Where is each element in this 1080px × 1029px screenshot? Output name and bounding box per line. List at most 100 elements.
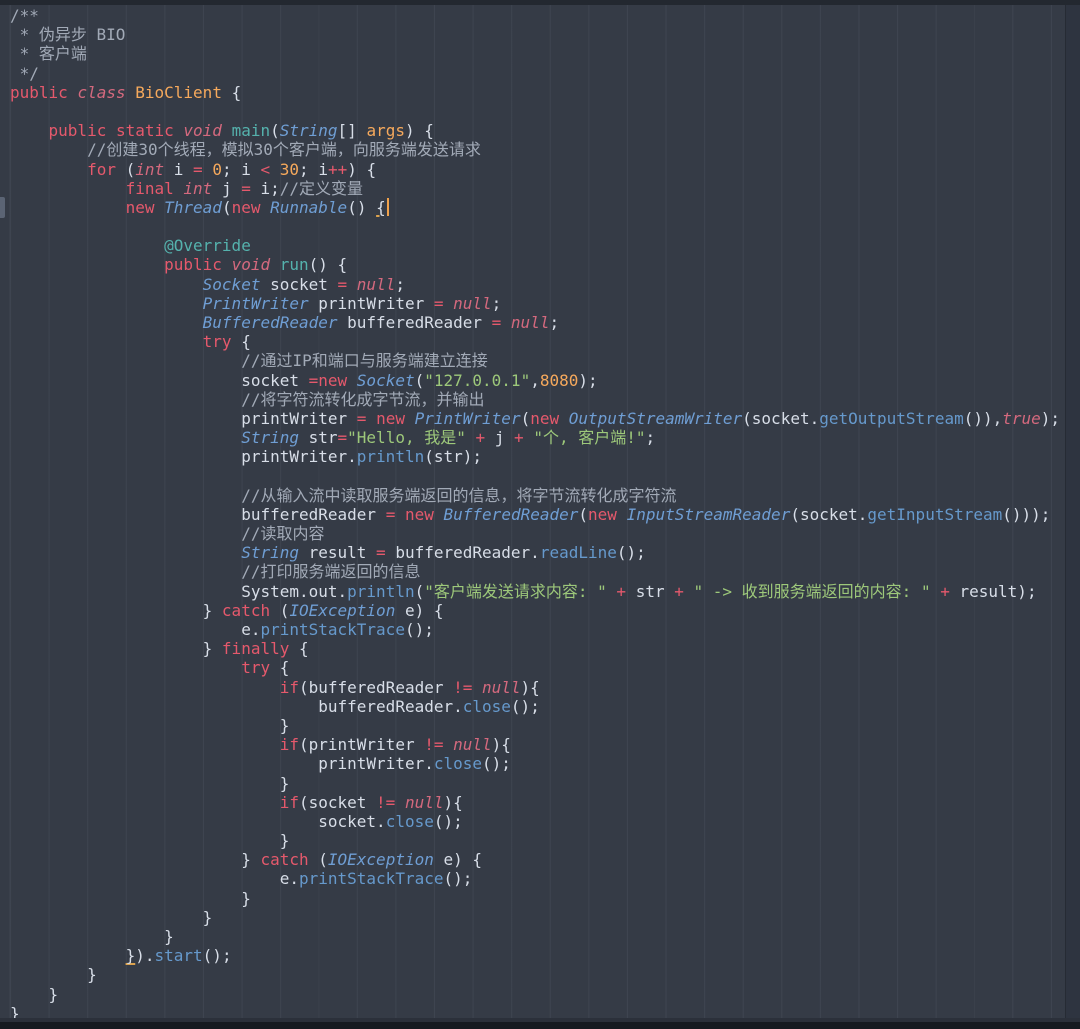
code-token: socket [260,274,338,294]
code-token: close [385,811,434,831]
code-token: (socket. [742,408,820,428]
code-line: bufferedReader.close(); [10,697,1080,716]
code-line: try { [10,332,1080,351]
code-token: catch [260,850,309,870]
code-token: ; [549,313,560,332]
code-token: printWriter [10,408,357,428]
code-token: (socket [298,792,377,812]
code-token: catch [221,600,271,620]
code-token: } [10,907,213,927]
code-token: //打印服务端返回的信息 [241,562,421,582]
code-line: } finally { [10,639,1080,658]
code-token: public [164,255,222,275]
code-token: run [279,255,309,275]
code-token: ( [520,408,531,428]
code-line: } [10,831,1080,850]
code-token: printWriter [308,293,434,313]
code-token: IOException [289,600,396,620]
code-token: int [135,159,165,179]
code-token: + [616,581,627,601]
code-token: () [347,197,377,217]
code-token: (socket. [790,504,868,524]
code-token: } [10,831,290,851]
code-token: null [453,293,492,313]
editor-window: { "editor": { "language": "java", "file_… [0,0,1080,1029]
code-token: if [279,677,299,697]
code-token: = [193,159,203,179]
code-token: } [10,965,97,985]
code-token: + [674,581,684,601]
code-token: ( [578,504,589,524]
code-token: args [366,121,405,141]
code-token: "客户端发送请求内容: " [424,581,607,601]
code-token: "Hello, 我是" [347,428,466,448]
code-token: 8080 [539,370,579,390]
code-line: socket.close(); [10,812,1080,831]
window-top-edge [0,0,1080,5]
code-token: public [10,82,68,102]
code-token: true [1002,408,1041,428]
code-line: //创建30个线程，模拟30个客户端，向服务端发送请求 [10,140,1080,159]
code-line: } [10,985,1080,1004]
code-token: [] [337,121,367,141]
code-token: PrintWriter [202,293,309,313]
code-line: String result = bufferedReader.readLine(… [10,543,1080,562]
code-line: //打印服务端返回的信息 [10,562,1080,581]
code-token: Thread [164,197,222,217]
left-edge-marker [0,197,5,218]
code-line: //将字符流转化成字节流，并输出 [10,390,1080,409]
code-token: new [404,504,434,524]
code-line: * 客户端 [10,44,1080,63]
code-token: bufferedReader [337,313,492,332]
code-token: getOutputStream [819,408,964,428]
code-line: bufferedReader = new BufferedReader(new … [10,505,1080,524]
code-token: ( [221,197,232,217]
code-line: //读取内容 [10,524,1080,543]
code-token: String [241,428,299,448]
code-line: //通过IP和端口与服务端建立连接 [10,351,1080,370]
code-token: PrintWriter [414,408,521,428]
code-line: } [10,927,1080,946]
code-token: (bufferedReader [298,677,454,697]
code-token: = [491,313,502,332]
code-line: e.printStackTrace(); [10,620,1080,639]
code-token: close [433,754,483,774]
code-token: (); [443,869,473,889]
scrollbar-track[interactable] [1065,5,1080,1019]
code-token: (); [404,620,434,639]
code-token: e) { [395,600,444,620]
code-token: 30 [279,159,300,179]
code-token: =new [308,370,348,390]
code-line: } catch (IOException e) { [10,850,1080,869]
code-token: static [115,121,174,141]
code-editor[interactable]: /** * 伪异步 BIO * 客户端 */public class BioCl… [0,0,1080,1029]
code-token: j [485,428,515,448]
code-token: new [376,408,405,428]
code-token: ; i [299,159,328,179]
code-line: } [10,716,1080,735]
code-token: socket. [10,811,386,831]
code-token: new [125,197,155,217]
code-token: ( [270,600,290,620]
code-token: != [453,677,473,697]
code-token: ; [395,274,405,294]
